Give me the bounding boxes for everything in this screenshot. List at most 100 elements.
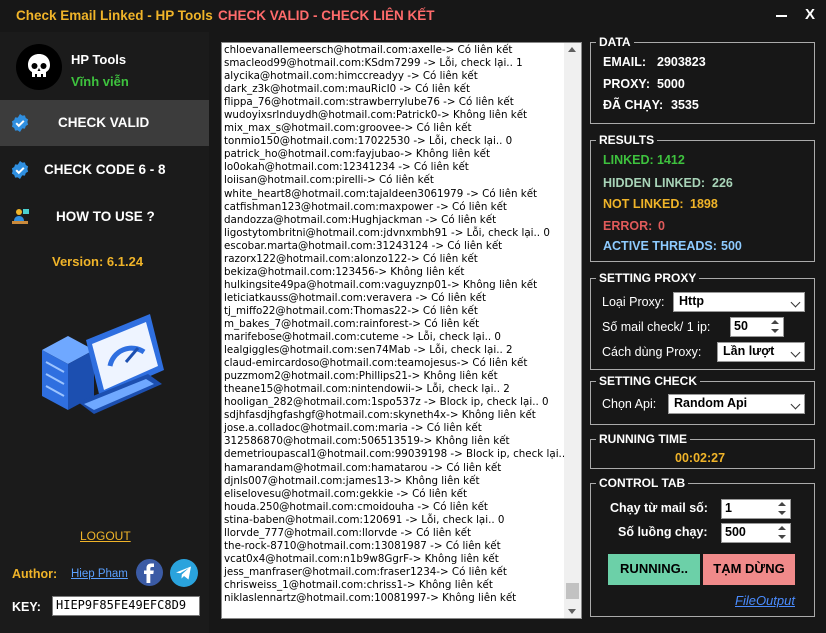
log-line: catfishman123@hotmail.com:maxpower -> Có… [224,200,507,213]
log-line: hamarandam@hotmail.com:hamatarou -> Có l… [224,461,502,474]
proxy-usage-select[interactable]: Lần lượt [717,342,805,362]
data-group: DATA EMAIL: 2903823 PROXY: 5000 ĐÃ CHẠY:… [590,35,815,124]
log-line: dandozza@hotmail.com:Hughjackman -> Có l… [224,213,497,226]
error-count: 0 [658,219,665,233]
log-line: vcat0x4@hotmail.com:n1b9w8GgrF-> Không l… [224,552,499,565]
proxy-count: 5000 [657,77,685,91]
log-line: white_heart8@hotmail.com:tajaldeen306197… [224,187,538,200]
log-line: houda.250@hotmail.com:cmoidouha -> Có li… [224,500,488,513]
log-line: lealgiggles@hotmail.com:sen74Mab -> Lỗi,… [224,344,513,357]
setting-proxy-group: SETTING PROXY Loại Proxy: Http Số mail c… [590,271,815,370]
log-line: m_bakes_7@hotmail.com:rainforest-> Có li… [224,317,480,330]
facebook-icon[interactable] [136,559,163,586]
active-threads-count: 500 [721,239,742,253]
version-label: Version: 6.1.24 [52,254,144,269]
log-line: razorx122@hotmail.com:alonzo122-> Có liê… [224,252,478,265]
group-title: SETTING CHECK [596,374,701,388]
setting-check-group: SETTING CHECK Chọn Api: Random Api [590,374,815,425]
log-line: lo0okah@hotmail.com:12341234 -> Có liên … [224,161,469,174]
log-line: marifebose@hotmail.com:cuteme -> Lỗi, ch… [224,331,501,344]
not-linked-label: NOT LINKED: [603,197,684,211]
log-line: tj_miffo22@hotmail.com:Thomas22-> Có liê… [224,304,478,317]
spin-arrows-icon[interactable] [775,501,789,517]
group-title: CONTROL TAB [596,476,689,490]
log-scrollbar[interactable] [564,43,581,618]
results-group: RESULTS LINKED: 1412 HIDDEN LINKED: 226 … [590,133,815,262]
sidebar: HP Tools Vĩnh viễn CHECK VALID CHECK COD… [0,32,209,633]
log-line: stina-baben@hotmail.com:120691 -> Lỗi, c… [224,513,505,526]
brand-name: HP Tools [71,52,127,67]
license-status: Vĩnh viễn [71,74,129,89]
start-index-stepper[interactable]: 1 [721,499,791,519]
license-key-field[interactable]: HIEP9F85FE49EFC8D9 [52,596,200,616]
log-line: demetrioupascal1@hotmail.com:99039198 ->… [224,448,575,461]
thread-count-value: 500 [725,525,746,539]
group-title: RUNNING TIME [596,432,690,446]
log-line: chrisweiss_1@hotmail.com:chriss1-> Không… [224,578,493,591]
minimize-button[interactable] [776,6,790,22]
ran-label: ĐÃ CHẠY: [603,98,664,112]
proxy-type-select[interactable]: Http [673,292,805,312]
telegram-icon[interactable] [170,559,198,587]
nav-label: CHECK CODE 6 - 8 [44,162,166,177]
log-line: patrick_ho@hotmail.com:fayjubao-> Không … [224,148,491,161]
nav-label: CHECK VALID [58,115,150,130]
log-line: escobar.marta@hotmail.com:31243124 -> Có… [224,239,503,252]
results-log[interactable]: chloevanallemeersch@hotmail.com:axelle->… [221,42,582,619]
author-link[interactable]: Hiep Pham [71,568,128,580]
mails-per-ip-stepper[interactable]: 50 [730,317,784,337]
api-select[interactable]: Random Api [668,394,805,414]
thread-count-stepper[interactable]: 500 [721,523,791,543]
log-line: djnls007@hotmail.com:james13-> Không liê… [224,474,480,487]
chevron-down-icon [790,399,801,410]
running-button-label: RUNNING.. [620,561,688,576]
start-index-value: 1 [725,501,732,515]
log-line: chloevanallemeersch@hotmail.com:axelle->… [224,44,513,56]
nav-how-to-use[interactable]: HOW TO USE ? [0,194,209,240]
scroll-up-icon[interactable] [568,47,576,52]
not-linked-count: 1898 [690,197,718,211]
spin-arrows-icon[interactable] [768,319,782,335]
log-line: leticiatkauss@hotmail.com:veravera -> Có… [224,291,487,304]
hidden-linked-count: 226 [712,176,733,190]
active-threads-label: ACTIVE THREADS: [603,239,717,253]
email-count: 2903823 [657,55,706,69]
nav-label: HOW TO USE ? [56,209,155,224]
log-line: mix_max_s@hotmail.com:groovee-> Có liên … [224,122,472,135]
pause-button[interactable]: TẠM DỪNG [703,554,795,585]
log-line: sdjhfasdjhgfashgf@hotmail.com:skyneth4x-… [224,409,536,422]
log-line: tonmio150@hotmail.com:17022530 -> Lỗi, c… [224,135,513,148]
group-title: SETTING PROXY [596,271,700,285]
file-output-link[interactable]: FileOutput [735,593,795,608]
scroll-down-icon[interactable] [568,609,576,614]
verified-badge-icon [11,114,29,132]
nav-check-code[interactable]: CHECK CODE 6 - 8 [0,147,209,193]
chevron-down-icon [790,297,801,308]
api-value: Random Api [674,396,748,410]
log-line: niklaslennartz@hotmail.com:10081997-> Kh… [224,591,517,604]
start-index-label: Chạy từ mail số: [610,501,708,515]
log-line: hooligan_282@hotmail.com:1spo537z -> Blo… [224,396,549,409]
linked-label: LINKED: [603,153,654,167]
log-line: jess_manfraser@hotmail.com:fraser1234-> … [224,565,507,578]
running-button[interactable]: RUNNING.. [608,554,700,585]
api-label: Chọn Api: [602,397,657,411]
running-time-group: RUNNING TIME 00:02:27 [590,432,815,469]
pause-button-label: TẠM DỪNG [713,561,785,576]
thread-count-label: Số luồng chạy: [618,525,708,539]
log-line: 312586870@hotmail.com:506513519-> Không … [224,435,510,448]
spin-arrows-icon[interactable] [775,525,789,541]
logout-link[interactable]: LOGOUT [80,529,131,543]
author-label: Author: [12,567,58,581]
log-line: dark_z3k@hotmail.com:mauRicI0 -> Có liên… [224,83,471,96]
proxy-usage-label: Cách dùng Proxy: [602,345,702,359]
mails-per-ip-value: 50 [734,319,748,333]
proxy-type-value: Http [679,294,704,308]
close-button[interactable]: X [805,6,815,23]
nav-check-valid[interactable]: CHECK VALID [0,100,209,146]
proxy-usage-value: Lần lượt [723,344,775,358]
scroll-thumb[interactable] [566,583,579,599]
log-line: theane15@hotmail.com:nintendowii-> Lỗi, … [224,383,510,396]
group-title: RESULTS [596,133,658,147]
title-bar: Check Email Linked - HP Tools CHECK VALI… [0,0,826,32]
